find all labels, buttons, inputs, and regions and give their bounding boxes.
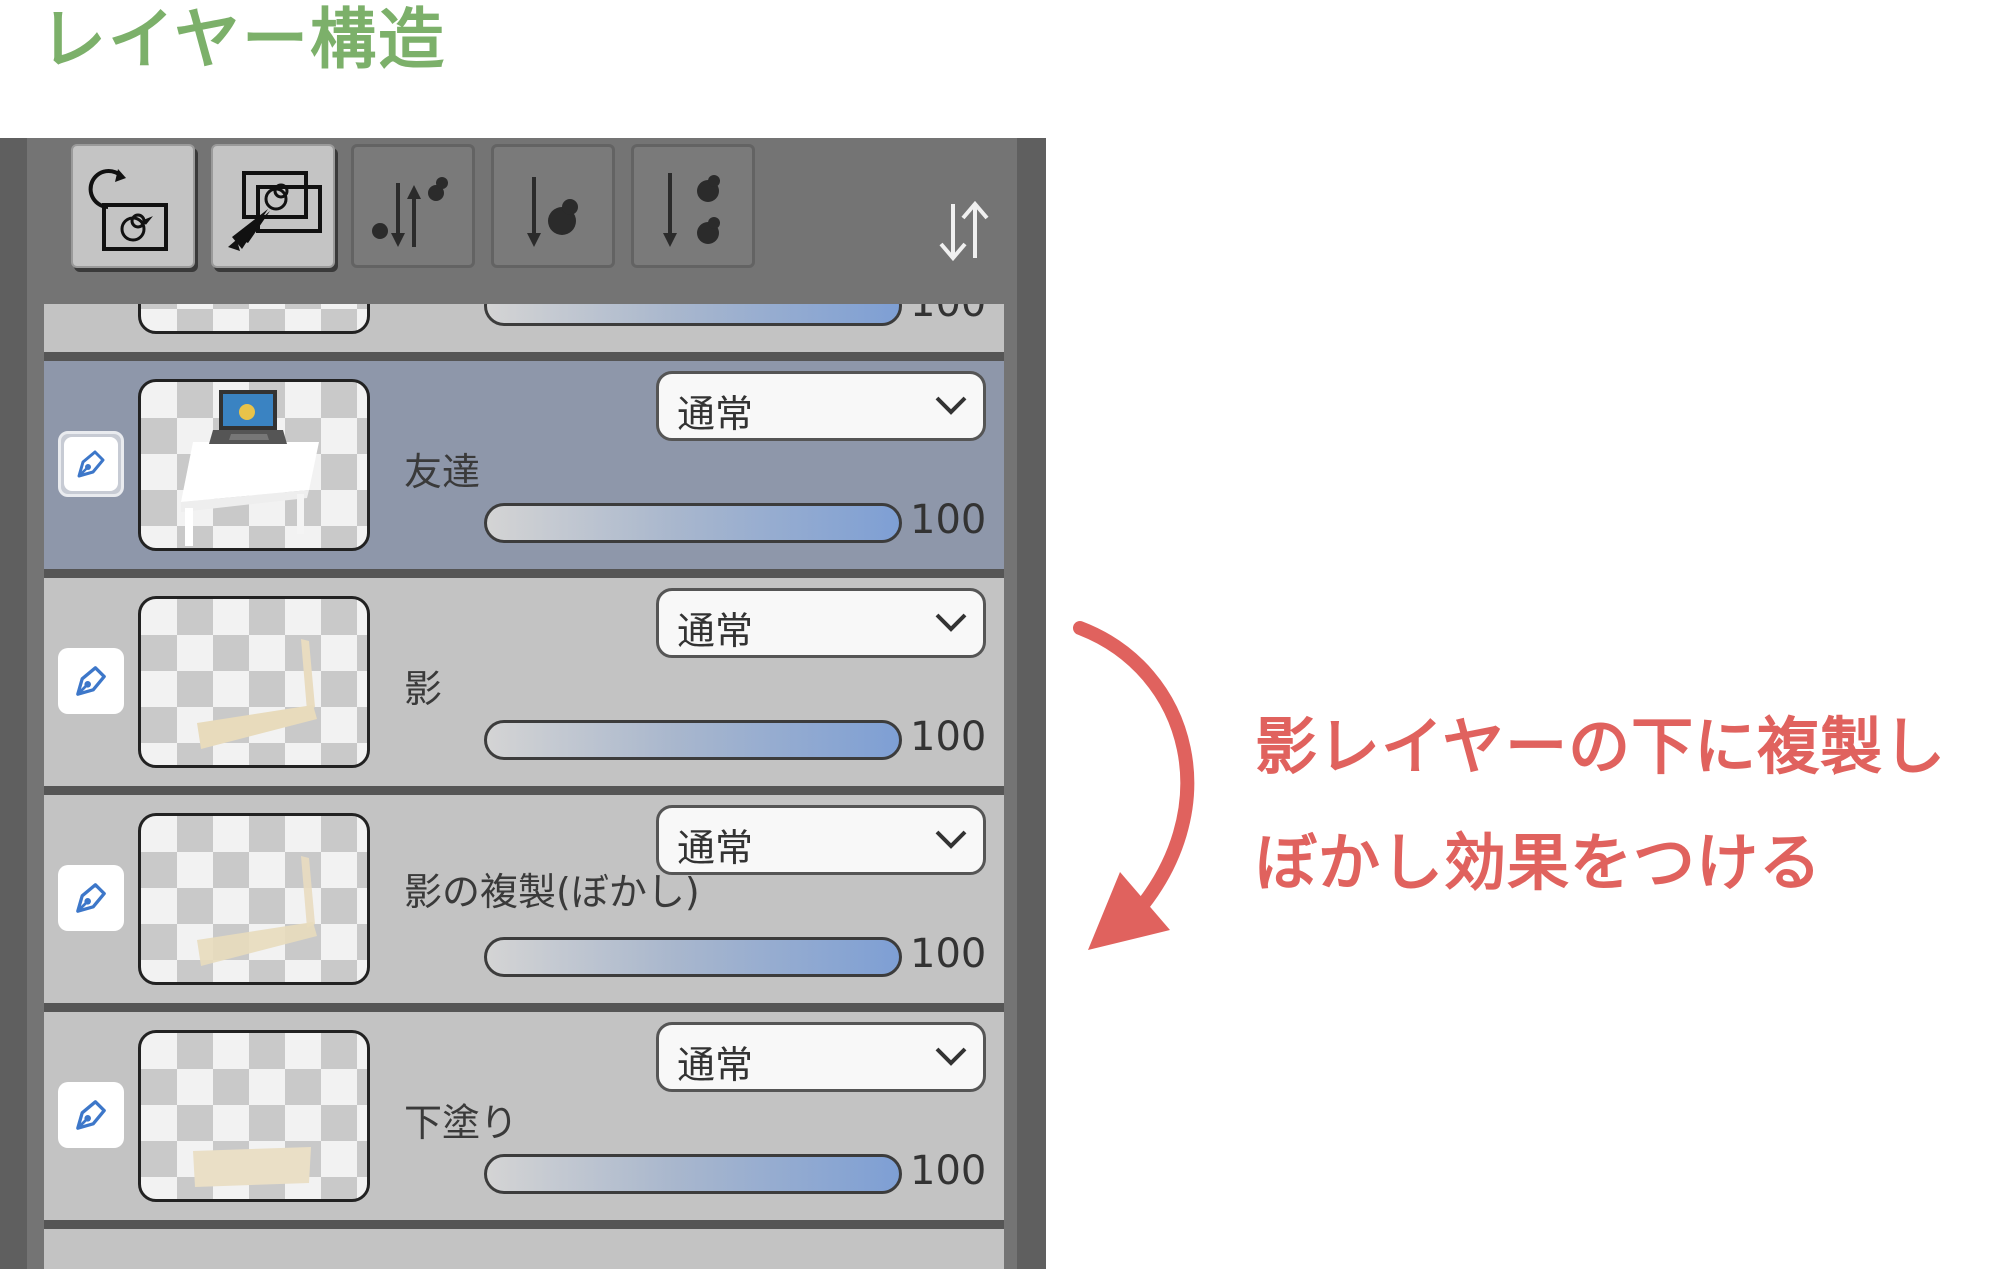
- blend-mode-label: 通常: [677, 826, 754, 870]
- layer-row-partial[interactable]: 100: [44, 304, 1004, 352]
- layer-name[interactable]: 下塗り: [404, 1092, 518, 1147]
- base-paint-image: [193, 1147, 311, 1187]
- edit-toggle[interactable]: [58, 648, 124, 714]
- layer-thumbnail: [138, 813, 370, 985]
- layer-name[interactable]: 影: [404, 658, 442, 713]
- pen-nib-icon: [76, 666, 106, 696]
- row-divider: [44, 352, 1004, 361]
- clear-layer-button[interactable]: [71, 144, 195, 268]
- opacity-value: 100: [910, 497, 987, 543]
- desk-laptop-image: [181, 390, 319, 546]
- annotation-line-1: 影レイヤーの下に複製し: [1255, 710, 1947, 783]
- layer-name[interactable]: 友達: [404, 441, 480, 496]
- layer-thumbnail: [138, 304, 370, 334]
- swap-layer-icon: [372, 177, 448, 247]
- opacity-value: 100: [910, 1148, 987, 1194]
- blend-mode-select[interactable]: 通常: [656, 588, 986, 658]
- merge-down-icon: [663, 173, 720, 247]
- opacity-value: 100: [910, 714, 987, 760]
- blend-mode-select[interactable]: 通常: [656, 805, 986, 875]
- layer-row-next: [44, 1229, 1004, 1269]
- shadow-shape-image: [197, 856, 317, 966]
- pen-nib-icon-wrap: [64, 437, 118, 491]
- annotation-line-2: ぼかし効果をつける: [1255, 826, 1823, 899]
- row-divider: [44, 786, 1004, 795]
- move-down-button[interactable]: [491, 144, 615, 268]
- layer-panel: 100: [0, 138, 1046, 1269]
- pen-nib-icon: [76, 883, 106, 913]
- edit-toggle[interactable]: [58, 865, 124, 931]
- opacity-slider[interactable]: [484, 937, 902, 977]
- clear-layer-icon: [88, 169, 168, 251]
- blend-mode-label: 通常: [677, 609, 754, 653]
- pen-nib-icon: [77, 450, 105, 478]
- layer-row-shadow-copy[interactable]: 影の複製(ぼかし) 通常 100: [44, 795, 1004, 1003]
- opacity-value: 100: [910, 304, 986, 326]
- blend-mode-select[interactable]: 通常: [656, 371, 986, 441]
- opacity-slider[interactable]: [484, 720, 902, 760]
- opacity-slider[interactable]: [484, 304, 902, 326]
- sort-arrows-icon[interactable]: [933, 198, 995, 264]
- chevron-down-icon: [935, 396, 967, 415]
- layer-thumbnail: [138, 1030, 370, 1202]
- layer-panel-body: 100: [27, 138, 1017, 1269]
- select-layer-icon: [228, 171, 322, 251]
- layer-row-base-paint[interactable]: 下塗り 通常 100: [44, 1012, 1004, 1220]
- curved-arrow-icon: [1073, 621, 1195, 950]
- pen-nib-icon: [76, 1100, 106, 1130]
- blend-mode-label: 通常: [677, 1043, 754, 1087]
- opacity-slider[interactable]: [484, 503, 902, 543]
- select-layer-button[interactable]: [211, 144, 335, 268]
- layer-row-friend[interactable]: 友達 通常 100: [44, 361, 1004, 569]
- layer-list: 100: [44, 304, 1004, 1269]
- edit-toggle[interactable]: [58, 1082, 124, 1148]
- chevron-down-icon: [935, 1047, 967, 1066]
- merge-down-button[interactable]: [631, 144, 755, 268]
- swap-layer-button[interactable]: [351, 144, 475, 268]
- move-down-icon: [527, 177, 578, 247]
- shadow-shape-image: [197, 639, 317, 749]
- layer-row-shadow[interactable]: 影 通常 100: [44, 578, 1004, 786]
- blend-mode-label: 通常: [677, 392, 754, 436]
- opacity-slider[interactable]: [484, 1154, 902, 1194]
- chevron-down-icon: [935, 830, 967, 849]
- page-heading: レイヤー構造: [40, 1, 447, 78]
- chevron-down-icon: [935, 613, 967, 632]
- row-divider: [44, 1220, 1004, 1229]
- layer-thumbnail: [138, 596, 370, 768]
- row-divider: [44, 1003, 1004, 1012]
- layer-name[interactable]: 影の複製(ぼかし): [404, 861, 700, 916]
- opacity-value: 100: [910, 931, 987, 977]
- row-divider: [44, 569, 1004, 578]
- edit-toggle[interactable]: [58, 431, 124, 497]
- blend-mode-select[interactable]: 通常: [656, 1022, 986, 1092]
- layer-thumbnail: [138, 379, 370, 551]
